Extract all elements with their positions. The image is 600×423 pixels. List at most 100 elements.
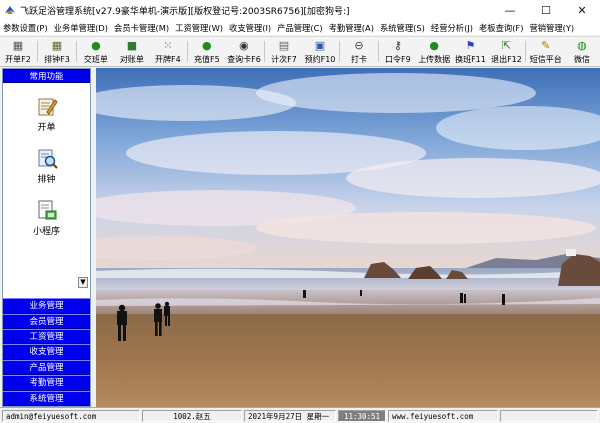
wechat-icon: ◍ bbox=[577, 38, 587, 52]
toolbar-separator bbox=[339, 41, 340, 62]
status-empty-panel bbox=[500, 409, 598, 422]
sidebar-function-list: 开单 排钟 小程序 bbox=[3, 95, 90, 251]
sidebar-nav-button[interactable]: 系统管理 bbox=[3, 390, 90, 406]
menu-item[interactable]: 营销管理(Y) bbox=[526, 22, 577, 34]
toolbar: ▦ 开单F2 ▦ 排钟F3 ● 交班单 ■ 对账单 ⁙ 开牌F4 ● 充值F5 ◉ 查询卡F6 ▤ 计次F7 ▣… bbox=[0, 36, 600, 67]
menu-item[interactable]: 系统管理(S) bbox=[377, 22, 428, 34]
sidebar-function-label[interactable]: 小程序 bbox=[33, 224, 60, 237]
toolbar-button-label: 换班F11 bbox=[455, 54, 486, 64]
status-bar: admin@feiyuesoft.com 1002.赵五 2021年9月27日 … bbox=[0, 407, 600, 423]
toolbar-button[interactable]: ▦ 排钟F3 bbox=[39, 37, 75, 66]
toolbar-button[interactable]: ▣ 预约F10 bbox=[302, 37, 338, 66]
sidebar-nav-button[interactable]: 会员管理 bbox=[3, 313, 90, 330]
status-user: 1002.赵五 bbox=[142, 409, 242, 422]
toolbar-button-label: 充值F5 bbox=[194, 54, 220, 64]
shift-change-icon: ⚑ bbox=[465, 38, 476, 52]
sidebar-nav-button[interactable]: 工资管理 bbox=[3, 329, 90, 345]
sidebar-nav: 业务管理 会员管理 工资管理 收支管理 产品管理 考勤管理 系统管理 bbox=[3, 298, 90, 406]
ledger-icon: ■ bbox=[126, 38, 138, 52]
toolbar-button[interactable]: ⚷ 口令F9 bbox=[380, 37, 416, 66]
toolbar-button-label: 计次F7 bbox=[271, 54, 297, 64]
maximize-button[interactable]: ☐ bbox=[528, 0, 564, 20]
toolbar-separator bbox=[186, 41, 188, 62]
toolbar-button[interactable]: ▦ 开单F2 bbox=[0, 37, 36, 66]
menu-item[interactable]: 产品管理(C) bbox=[274, 22, 325, 34]
menu-item[interactable]: 经营分析(J) bbox=[428, 22, 476, 34]
toolbar-separator bbox=[264, 41, 265, 62]
toolbar-separator bbox=[525, 41, 527, 62]
toolbar-button[interactable]: ⊖ 打卡 bbox=[341, 37, 377, 66]
sms-icon: ✎ bbox=[541, 38, 551, 52]
toolbar-button-label: 上传数据 bbox=[418, 54, 451, 64]
app-logo-icon bbox=[5, 6, 15, 14]
tokens-icon: ⁙ bbox=[163, 38, 173, 52]
toolbar-button-label: 打卡 bbox=[350, 54, 367, 64]
minimize-button[interactable]: — bbox=[492, 0, 528, 20]
menu-bar: 参数设置(P) 业务单管理(D) 会员卡管理(M) 工资管理(W) 收支管理(I) 产品管… bbox=[0, 20, 600, 35]
toolbar-button-label: 交班单 bbox=[83, 54, 108, 64]
sidebar-function-label[interactable]: 排钟 bbox=[37, 172, 55, 185]
toolbar-button-label: 开单F2 bbox=[5, 54, 31, 64]
mini-program-icon[interactable] bbox=[36, 199, 58, 221]
toolbar-button[interactable]: ▤ 计次F7 bbox=[266, 37, 302, 66]
status-date: 2021年9月27日 星期一 bbox=[244, 409, 336, 422]
toolbar-button[interactable]: ◍ 微信 bbox=[564, 37, 600, 66]
toolbar-button[interactable]: ✎ 短信平台 bbox=[527, 37, 564, 66]
sidebar-function-label[interactable]: 开单 bbox=[37, 120, 55, 133]
count-icon: ▤ bbox=[278, 38, 290, 52]
sidebar-nav-button[interactable]: 收支管理 bbox=[3, 344, 90, 360]
new-order-icon: ▦ bbox=[12, 38, 24, 52]
menu-item[interactable]: 考勤管理(A) bbox=[326, 22, 377, 34]
toolbar-button[interactable]: ⚑ 换班F11 bbox=[452, 37, 488, 66]
toolbar-button[interactable]: ⇱ 退出F12 bbox=[488, 37, 524, 66]
sidebar: 常用功能 开单 排钟 小程序 ▼ 业务管理 会员管理 工资管理 收支管理 产品管理考 bbox=[2, 68, 91, 407]
upload-icon: ● bbox=[429, 38, 439, 52]
reservation-icon: ▣ bbox=[314, 38, 326, 52]
close-button[interactable]: ✕ bbox=[564, 0, 600, 20]
menu-item[interactable]: 业务单管理(D) bbox=[51, 22, 111, 34]
toolbar-button[interactable]: ■ 对账单 bbox=[114, 37, 150, 66]
menu-item[interactable]: 收支管理(I) bbox=[226, 22, 274, 34]
toolbar-separator bbox=[75, 41, 77, 62]
toolbar-button-label: 口令F9 bbox=[385, 54, 411, 64]
binoculars-icon: ◉ bbox=[239, 38, 249, 52]
toolbar-separator bbox=[37, 41, 38, 62]
magnifier-doc-icon[interactable] bbox=[36, 147, 58, 169]
toolbar-button-label: 对账单 bbox=[119, 54, 144, 64]
toolbar-button[interactable]: ● 交班单 bbox=[78, 37, 114, 66]
sidebar-header[interactable]: 常用功能 bbox=[3, 69, 90, 83]
main-background-image bbox=[96, 68, 600, 407]
money-bag-icon: ● bbox=[91, 38, 101, 52]
window-controls: — ☐ ✕ bbox=[492, 0, 600, 20]
punch-clock-icon: ⊖ bbox=[354, 38, 364, 52]
status-email: admin@feiyuesoft.com bbox=[2, 409, 140, 422]
sidebar-nav-button[interactable]: 考勤管理 bbox=[3, 375, 90, 391]
pencil-note-icon[interactable] bbox=[36, 95, 58, 117]
sidebar-scroll-down-button[interactable]: ▼ bbox=[78, 277, 88, 288]
toolbar-button-label: 微信 bbox=[573, 54, 590, 64]
window-title: 飞跃足浴管理系统[v27.9豪华单机-演示版][版权登记号:2003SR6756… bbox=[20, 6, 350, 17]
status-website: www.feiyuesoft.com bbox=[388, 409, 498, 422]
beach-sunset-picture bbox=[96, 68, 600, 407]
toolbar-button[interactable]: ◉ 查询卡F6 bbox=[225, 37, 263, 66]
sidebar-nav-button[interactable]: 产品管理 bbox=[3, 359, 90, 376]
toolbar-button[interactable]: ● 充值F5 bbox=[189, 37, 225, 66]
status-time: 11:30:51 bbox=[338, 409, 386, 422]
toolbar-button-label: 预约F10 bbox=[304, 54, 336, 64]
menu-item[interactable]: 工资管理(W) bbox=[172, 22, 226, 34]
key-icon: ⚷ bbox=[393, 38, 402, 52]
exit-icon: ⇱ bbox=[501, 38, 512, 52]
recharge-icon: ● bbox=[202, 38, 212, 52]
toolbar-button-label: 退出F12 bbox=[491, 54, 522, 64]
clock-schedule-icon: ▦ bbox=[51, 38, 63, 52]
menu-item[interactable]: 参数设置(P) bbox=[0, 22, 51, 34]
toolbar-button[interactable]: ⁙ 开牌F4 bbox=[150, 37, 186, 66]
title-bar: 飞跃足浴管理系统[v27.9豪华单机-演示版][版权登记号:2003SR6756… bbox=[0, 0, 600, 20]
menu-item[interactable]: 老板查询(F) bbox=[476, 22, 526, 34]
toolbar-button[interactable]: ● 上传数据 bbox=[416, 37, 453, 66]
sidebar-nav-button[interactable]: 业务管理 bbox=[3, 298, 90, 314]
toolbar-separator bbox=[377, 41, 379, 62]
menu-item[interactable]: 会员卡管理(M) bbox=[111, 22, 172, 34]
toolbar-button-label: 短信平台 bbox=[529, 54, 562, 64]
toolbar-button-label: 排钟F3 bbox=[44, 54, 70, 64]
